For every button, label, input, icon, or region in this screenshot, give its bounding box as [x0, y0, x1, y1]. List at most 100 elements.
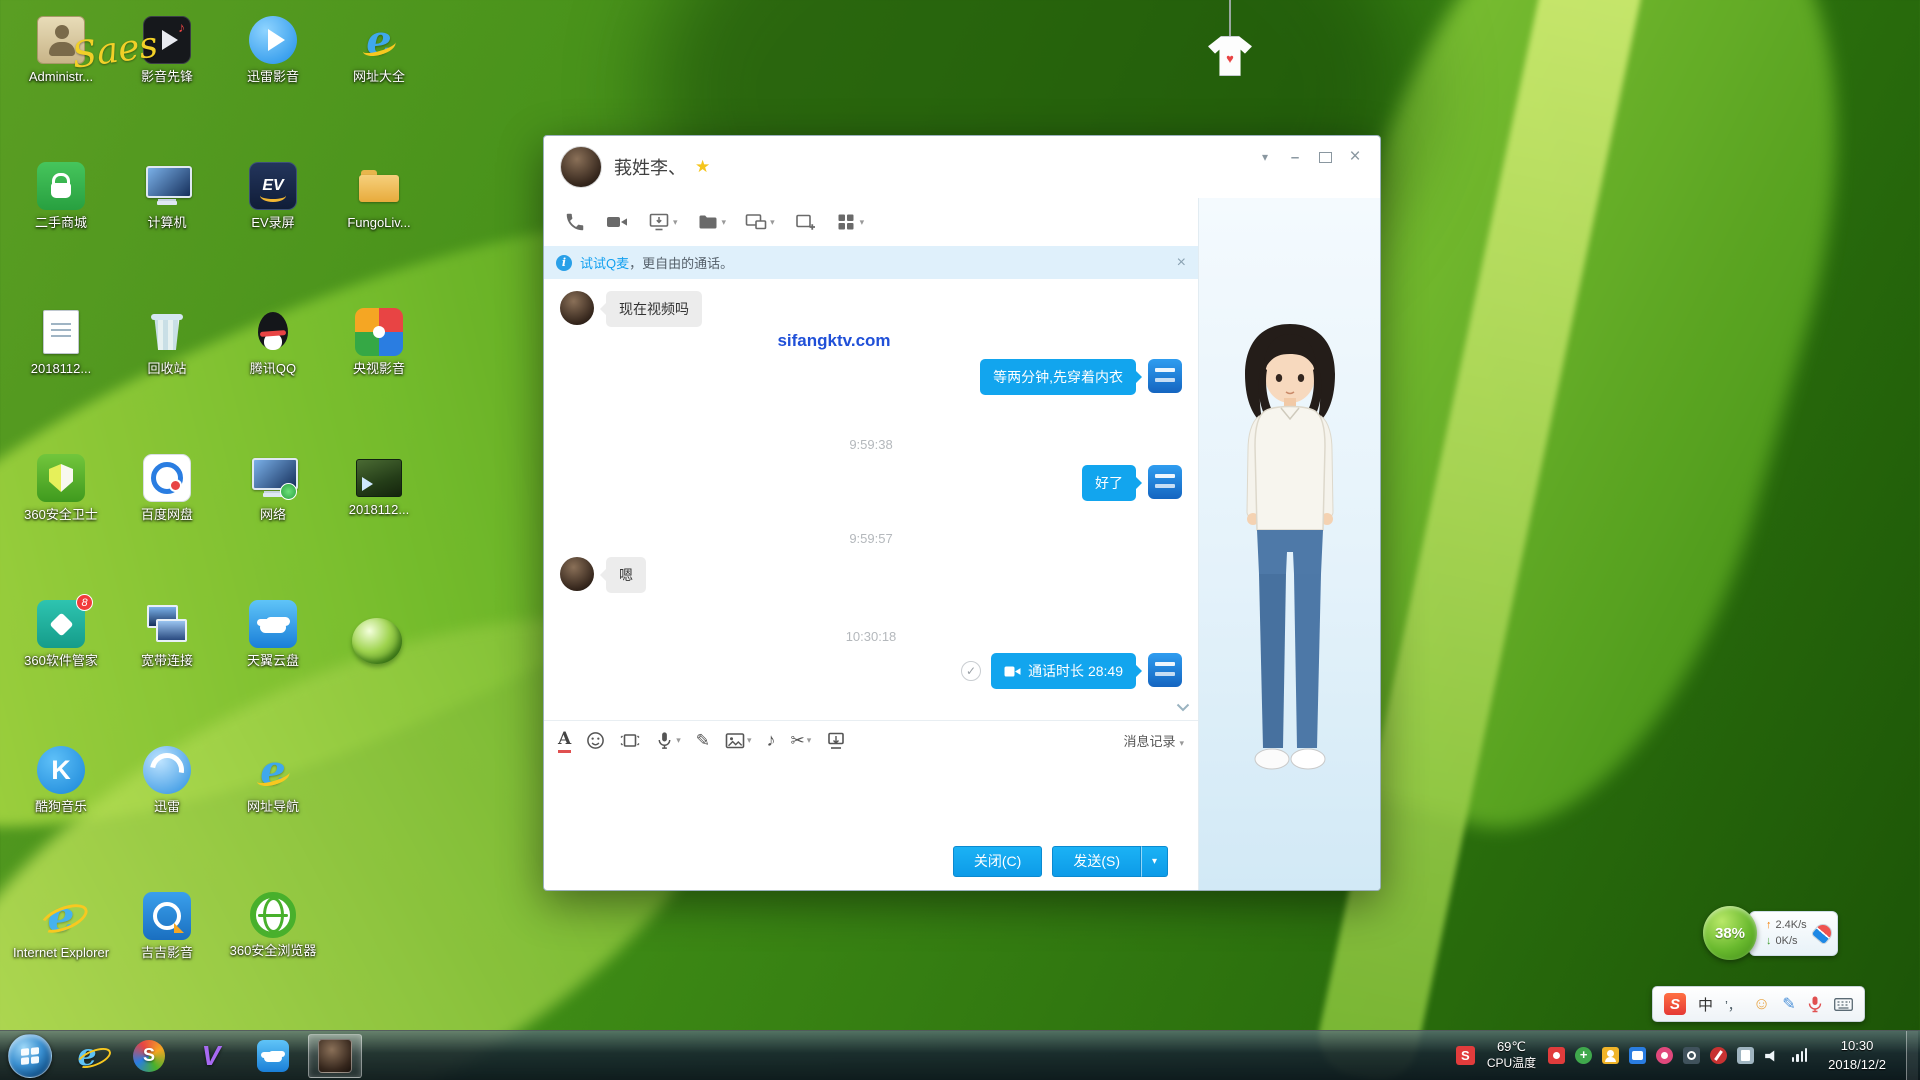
- desktop-icon-internet-explorer[interactable]: Internet Explorer: [8, 884, 114, 1030]
- tray-camera-icon[interactable]: [1683, 1047, 1700, 1064]
- desktop: { "desktop": { "watermark": "Saes", "ico…: [0, 0, 1920, 1080]
- desktop-icon-360-software-manager[interactable]: 8360软件管家: [8, 592, 114, 738]
- message-list[interactable]: 现在视频吗 sifangktv.com 等两分钟,先穿着内衣 9:59:38 好…: [544, 279, 1198, 720]
- icon-label: 网址导航: [247, 799, 299, 815]
- desktop-icon-network[interactable]: 网络: [220, 446, 326, 592]
- desktop-icon-xunlei[interactable]: 迅雷: [114, 738, 220, 884]
- desktop-icon-tencent-qq[interactable]: 腾讯QQ: [220, 300, 326, 446]
- icon-label: 2018112...: [31, 361, 91, 377]
- desktop-icon-fungoliv[interactable]: FungoLiv...: [326, 154, 432, 300]
- desktop-icon-broadband[interactable]: 宽带连接: [114, 592, 220, 738]
- tray-ime-icon[interactable]: S: [1456, 1046, 1475, 1065]
- desktop-icon-360-safe[interactable]: 360安全卫士: [8, 446, 114, 592]
- notice-close-icon[interactable]: ×: [1177, 254, 1186, 272]
- desktop-icon-video-file[interactable]: 2018112...: [326, 446, 432, 592]
- skin-dropdown-icon[interactable]: [1250, 144, 1280, 170]
- screen-capture-icon[interactable]: [791, 731, 812, 751]
- taskbar-ie-button[interactable]: e: [60, 1034, 114, 1078]
- taskbar-qq-chat-button[interactable]: [308, 1034, 362, 1078]
- ime-keyboard-icon[interactable]: [1834, 998, 1853, 1011]
- desktop-icon-baidu-netdisk[interactable]: 百度网盘: [114, 446, 220, 592]
- taskbar-clock[interactable]: 10:30 2018/12/2: [1818, 1037, 1896, 1073]
- ime-mic-icon[interactable]: [1808, 996, 1822, 1013]
- apps-grid-icon[interactable]: [827, 207, 873, 237]
- hanging-shirt-widget[interactable]: [1207, 0, 1253, 76]
- window-shake-icon[interactable]: [620, 731, 640, 750]
- sogou-logo-icon[interactable]: S: [1664, 993, 1686, 1015]
- handwriting-icon[interactable]: [696, 731, 710, 751]
- desktop-icon-recycle-bin[interactable]: 回收站: [114, 300, 220, 446]
- maximize-button[interactable]: [1310, 144, 1340, 170]
- taskbar-sogou-browser-button[interactable]: [122, 1034, 176, 1078]
- qq-show-panel[interactable]: [1199, 198, 1380, 890]
- desktop-icon-web-navigation[interactable]: 网址导航: [220, 738, 326, 884]
- memory-ball[interactable]: 38%: [1703, 906, 1757, 960]
- remote-desktop-icon[interactable]: [737, 207, 783, 237]
- taskbar-v-player-button[interactable]: [184, 1034, 238, 1078]
- tray-messenger-icon[interactable]: [1629, 1047, 1646, 1064]
- cpu-temp-widget: 69℃ CPU温度: [1487, 1039, 1536, 1071]
- peer-avatar[interactable]: [560, 557, 594, 591]
- desktop-icon-document[interactable]: 2018112...: [8, 300, 114, 446]
- desktop-icon-ev-recorder[interactable]: EV录屏: [220, 154, 326, 300]
- tray-media-icon[interactable]: [1656, 1047, 1673, 1064]
- create-session-icon[interactable]: [786, 207, 824, 237]
- message-input[interactable]: [544, 760, 1198, 832]
- desktop-icon-tianyi-cloud[interactable]: 天翼云盘: [220, 592, 326, 738]
- tray-pin-icon[interactable]: [1710, 1047, 1727, 1064]
- desktop-icon-administrator[interactable]: Administr...: [8, 8, 114, 154]
- net-speed-widget[interactable]: 38% 2.4K/s 0K/s: [1703, 906, 1838, 960]
- self-avatar[interactable]: [1148, 653, 1182, 687]
- icon-label: EV录屏: [251, 215, 294, 231]
- tray-clipboard-icon[interactable]: [1737, 1047, 1754, 1064]
- desktop-icon-kugou-music[interactable]: 酷狗音乐: [8, 738, 114, 884]
- font-icon[interactable]: [558, 729, 571, 753]
- desktop-icon-jiji-player[interactable]: 吉吉影音: [114, 884, 220, 1030]
- icon-label: 腾讯QQ: [250, 361, 296, 377]
- desktop-icon-360-browser[interactable]: 360安全浏览器: [220, 884, 326, 1030]
- tray-user-icon[interactable]: [1602, 1047, 1619, 1064]
- emoji-icon[interactable]: [586, 731, 605, 750]
- ie-icon: [37, 892, 85, 940]
- window-titlebar[interactable]: 莪姓李、 ★: [544, 136, 1380, 198]
- desktop-icon-web-collection[interactable]: 网址大全: [326, 8, 432, 154]
- contact-avatar[interactable]: [560, 146, 602, 188]
- peer-avatar[interactable]: [560, 291, 594, 325]
- voice-message-icon[interactable]: [655, 731, 681, 750]
- show-desktop-button[interactable]: [1906, 1031, 1918, 1080]
- scroll-to-bottom-icon[interactable]: [1176, 699, 1190, 717]
- video-call-icon[interactable]: [597, 207, 637, 237]
- self-avatar[interactable]: [1148, 359, 1182, 393]
- start-button[interactable]: [8, 1034, 52, 1078]
- image-icon[interactable]: [725, 732, 752, 750]
- clock-date: 2018/12/2: [1828, 1056, 1886, 1074]
- desktop-icon-ershou-shangcheng[interactable]: 二手商城: [8, 154, 114, 300]
- desktop-icon-cctv-player[interactable]: 央视影音: [326, 300, 432, 446]
- desktop-icon-xunlei-player[interactable]: 迅雷影音: [220, 8, 326, 154]
- qmic-link[interactable]: 试试Q麦: [580, 253, 629, 272]
- send-button[interactable]: 发送(S): [1052, 846, 1141, 877]
- taskbar-tianyi-cloud-button[interactable]: [246, 1034, 300, 1078]
- send-options-dropdown[interactable]: ▾: [1141, 846, 1168, 877]
- call-duration-bubble[interactable]: 通话时长 28:49: [991, 653, 1136, 689]
- self-avatar[interactable]: [1148, 465, 1182, 499]
- close-button[interactable]: [1340, 144, 1370, 170]
- ime-handwriting-icon[interactable]: [1782, 994, 1795, 1014]
- ime-emoji-icon[interactable]: [1753, 994, 1770, 1014]
- message-box-icon[interactable]: [826, 731, 846, 751]
- voice-call-icon[interactable]: [556, 207, 594, 237]
- tray-network-icon[interactable]: [1791, 1047, 1808, 1064]
- desktop-icon-computer[interactable]: 计算机: [114, 154, 220, 300]
- screen-demo-icon[interactable]: [640, 207, 686, 237]
- send-file-icon[interactable]: [689, 207, 735, 237]
- close-chat-button[interactable]: 关闭(C): [953, 846, 1042, 877]
- tray-screen-record-icon[interactable]: [1548, 1047, 1565, 1064]
- ime-punctuation-toggle[interactable]: ’，: [1725, 995, 1741, 1014]
- message-history-button[interactable]: 消息记录: [1123, 731, 1184, 750]
- ime-mode-toggle[interactable]: 中: [1698, 994, 1713, 1015]
- tray-volume-icon[interactable]: [1764, 1047, 1781, 1064]
- boost-rocket-icon[interactable]: [1810, 920, 1835, 945]
- music-icon[interactable]: [767, 730, 776, 751]
- minimize-button[interactable]: [1280, 144, 1310, 170]
- tray-safety-icon[interactable]: [1575, 1047, 1592, 1064]
